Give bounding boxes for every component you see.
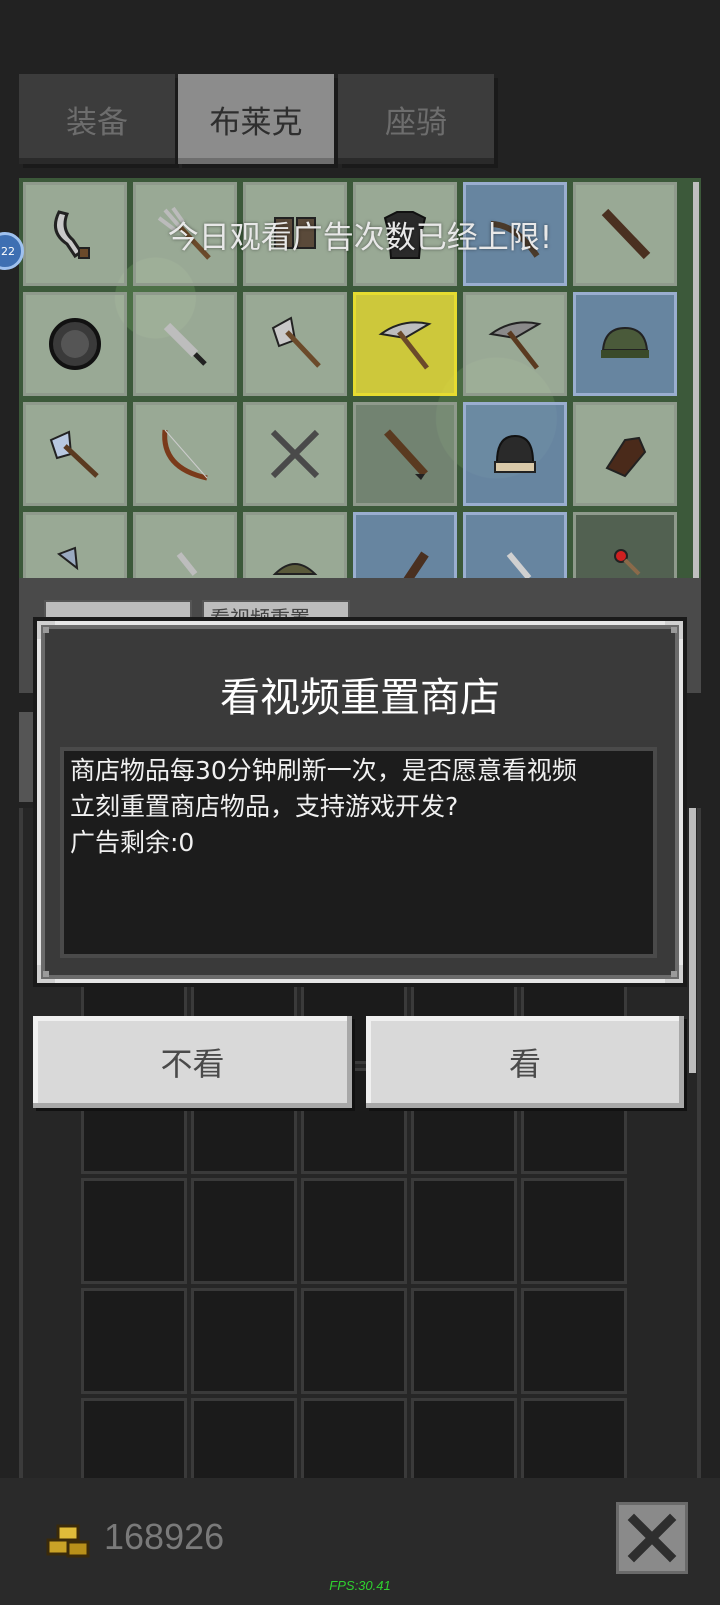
corner-ornament-icon (37, 621, 55, 639)
watch-button[interactable]: 看 (366, 1016, 684, 1108)
shop-item-viking-helmet[interactable] (463, 402, 567, 506)
helmet-icon (601, 326, 649, 358)
shop-item-dagger-partial[interactable] (463, 512, 567, 578)
inventory-slot[interactable] (411, 1178, 517, 1284)
shop-item-hand-axe[interactable] (23, 402, 127, 506)
dagger-icon (506, 552, 532, 578)
tab-blake[interactable]: 布莱克 (178, 74, 334, 164)
close-button[interactable] (616, 1502, 688, 1574)
side-handle (19, 712, 33, 802)
tab-equipment[interactable]: 装备 (19, 74, 175, 164)
shop-item-round-shield[interactable] (23, 292, 127, 396)
shop-item-gloves[interactable] (573, 402, 677, 506)
inventory-slot[interactable] (521, 1288, 627, 1394)
corner-ornament-icon (665, 965, 683, 983)
knife-icon (176, 552, 198, 576)
dagger-icon (163, 322, 207, 366)
shop-item-dagger[interactable] (133, 292, 237, 396)
shop-item-club-partial[interactable] (353, 512, 457, 578)
shop-item-hat-partial[interactable] (243, 512, 347, 578)
pickaxe-icon (488, 321, 542, 370)
helmet-icon (272, 563, 318, 575)
amulet-icon (614, 549, 641, 576)
club-icon (384, 429, 428, 480)
shop-item-amulet-partial[interactable] (573, 512, 677, 578)
inventory-slot[interactable] (81, 1288, 187, 1394)
shop-item-bow[interactable] (133, 402, 237, 506)
dialog-title: 看视频重置商店 (220, 675, 500, 721)
pickaxe-icon (378, 321, 432, 370)
shop-item-pickaxe-gold[interactable] (353, 292, 457, 396)
hand-axe-icon (56, 546, 79, 571)
coin-balance: 168926 (104, 1516, 225, 1557)
dialog-message: 商店物品每30分钟刷新一次，是否愿意看视频 立刻重置商店物品，支持游戏开发? 广… (70, 756, 577, 857)
inventory-slot[interactable] (81, 1178, 187, 1284)
shop-item-crossed-swords[interactable] (243, 402, 347, 506)
tab-mount[interactable]: 座骑 (338, 74, 494, 164)
viking-helmet-icon (494, 434, 536, 473)
close-x-icon (627, 1513, 677, 1563)
shop-item-battle-axe[interactable] (243, 292, 347, 396)
shop-item-helmet-green[interactable] (573, 292, 677, 396)
round-shield-icon (49, 318, 101, 370)
fps-counter: FPS:30.41 (329, 1578, 391, 1593)
ad-limit-notice: 今日观看广告次数已经上限! (167, 220, 553, 256)
inventory-slot[interactable] (301, 1178, 407, 1284)
shop-item-wooden-club[interactable] (353, 402, 457, 506)
gloves-icon (605, 436, 647, 478)
gold-coins-icon (46, 1524, 90, 1558)
inventory-scrollbar[interactable] (689, 808, 696, 1073)
hand-axe-icon (49, 430, 99, 478)
shop-item-knife-partial[interactable] (133, 512, 237, 578)
inventory-slot[interactable] (301, 1288, 407, 1394)
inventory-slot[interactable] (411, 1288, 517, 1394)
corner-ornament-icon (37, 965, 55, 983)
bow-icon (162, 429, 208, 481)
decline-button[interactable]: 不看 (33, 1016, 352, 1108)
shop-item-pickaxe[interactable] (463, 292, 567, 396)
crossed-swords-icon (270, 429, 320, 479)
game-screen: 装备 布莱克 座骑 今日观看广告次数已经上限! 22 168926 FPS:30… (0, 0, 720, 1605)
battle-axe-icon (271, 316, 321, 368)
shop-item-axe-partial[interactable] (23, 512, 127, 578)
inventory-slot[interactable] (191, 1178, 297, 1284)
corner-ornament-icon (665, 621, 683, 639)
inventory-slot[interactable] (191, 1288, 297, 1394)
inventory-slot[interactable] (521, 1178, 627, 1284)
club-icon (403, 551, 429, 578)
